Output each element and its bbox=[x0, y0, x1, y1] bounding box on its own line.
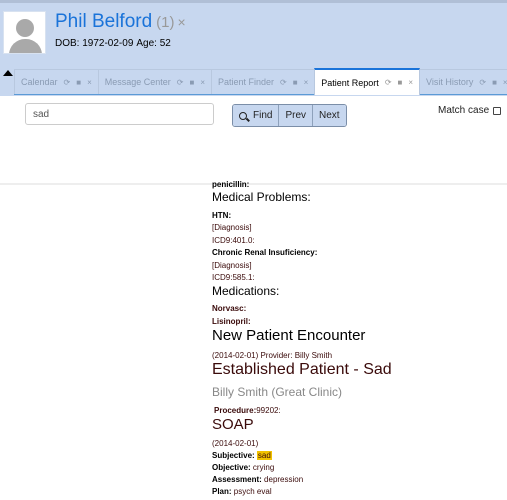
problem-type: [Diagnosis] bbox=[212, 223, 252, 232]
visit-provider: Billy Smith (Great Clinic) bbox=[212, 385, 343, 399]
search-input[interactable] bbox=[25, 103, 214, 125]
patient-report: penicillin: Medical Problems: HTN: [Diag… bbox=[212, 176, 507, 500]
soap-heading: SOAP bbox=[212, 416, 254, 433]
match-case-checkbox[interactable] bbox=[493, 106, 502, 115]
medication-item: Lisinopril: bbox=[212, 317, 251, 326]
close-icon[interactable]: × bbox=[87, 78, 92, 87]
patient-dob: DOB: 1972-02-09 bbox=[55, 38, 134, 49]
encounter-meta: (2014-02-01) Provider: Billy Smith bbox=[212, 351, 333, 360]
refresh-icon[interactable]: ⟳ bbox=[385, 78, 392, 87]
match-case-label: Match case bbox=[438, 105, 490, 116]
close-icon[interactable]: × bbox=[408, 78, 413, 87]
tab-label: Patient Report bbox=[321, 77, 379, 88]
tab-message-center[interactable]: Message Center ⟳ ■ × bbox=[97, 69, 213, 94]
find-button-group: Find Prev Next bbox=[232, 104, 347, 127]
tab-patient-report[interactable]: Patient Report ⟳ ■ × bbox=[314, 68, 421, 95]
lock-icon[interactable]: ■ bbox=[492, 78, 497, 87]
problem-code: ICD9:401.0: bbox=[212, 236, 255, 245]
lock-icon[interactable]: ■ bbox=[190, 78, 195, 87]
refresh-icon[interactable]: ⟳ bbox=[64, 78, 71, 87]
close-icon[interactable]: × bbox=[503, 78, 507, 87]
tab-label: Message Center bbox=[104, 77, 171, 87]
medication-item: Norvasc: bbox=[212, 304, 247, 313]
find-label: Find bbox=[253, 110, 273, 121]
patient-header: Phil Belford (1) × DOB: 1972-02-09 Age: 52 … bbox=[0, 0, 507, 96]
soap-label: Objective: bbox=[212, 463, 251, 472]
medical-problems-heading: Medical Problems: bbox=[212, 190, 311, 204]
soap-date: (2014-02-01) bbox=[212, 439, 259, 448]
refresh-icon[interactable]: ⟳ bbox=[479, 78, 486, 87]
soap-objective: Objective: crying bbox=[212, 463, 274, 472]
tab-label: Visit History bbox=[426, 77, 474, 87]
tab-label: Calendar bbox=[21, 77, 58, 87]
lock-icon[interactable]: ■ bbox=[398, 78, 403, 87]
soap-plan: Plan: psych eval bbox=[212, 487, 272, 496]
problem-code: ICD9:585.1: bbox=[212, 273, 255, 282]
problem-name: HTN: bbox=[212, 211, 232, 220]
close-patient-icon[interactable]: × bbox=[178, 14, 186, 30]
tab-calendar[interactable]: Calendar ⟳ ■ × bbox=[14, 69, 99, 94]
soap-value: depression bbox=[264, 475, 304, 484]
prev-button[interactable]: Prev bbox=[279, 105, 314, 126]
search-highlight: sad bbox=[256, 451, 272, 460]
soap-value: crying bbox=[252, 463, 275, 472]
refresh-icon[interactable]: ⟳ bbox=[177, 78, 184, 87]
soap-subjective: Subjective: sad bbox=[212, 451, 272, 460]
encounter-heading: New Patient Encounter bbox=[212, 327, 366, 344]
tab-patient-finder[interactable]: Patient Finder ⟳ ■ × bbox=[211, 69, 316, 94]
find-button[interactable]: Find bbox=[233, 105, 280, 126]
user-silhouette-icon bbox=[3, 11, 46, 54]
next-button[interactable]: Next bbox=[313, 105, 346, 126]
problem-type: [Diagnosis] bbox=[212, 261, 252, 270]
lock-icon[interactable]: ■ bbox=[76, 78, 81, 87]
medications-heading: Medications: bbox=[212, 284, 280, 298]
tab-visit-history[interactable]: Visit History ⟳ ■ × bbox=[419, 69, 507, 94]
allergy-item: penicillin: bbox=[212, 180, 250, 189]
soap-value: psych eval bbox=[233, 487, 272, 496]
tab-bar: Calendar ⟳ ■ × Message Center ⟳ ■ × Patient Fi… bbox=[14, 68, 507, 95]
refresh-icon[interactable]: ⟳ bbox=[280, 78, 287, 87]
patient-name-row: Phil Belford (1) × bbox=[55, 11, 186, 33]
tab-underline bbox=[14, 94, 507, 95]
lock-icon[interactable]: ■ bbox=[293, 78, 298, 87]
patient-dob-age: DOB: 1972-02-09 Age: 52 bbox=[55, 38, 171, 49]
procedure-line: Procedure:99202: bbox=[214, 406, 281, 415]
visit-heading: Established Patient - Sad bbox=[212, 361, 392, 378]
soap-label: Plan: bbox=[212, 487, 232, 496]
problem-name: Chronic Renal Insuficiency: bbox=[212, 248, 318, 257]
find-bar: Find Prev Next Match case bbox=[0, 96, 507, 184]
procedure-code: 99202: bbox=[256, 406, 281, 415]
patient-count: (1) bbox=[156, 14, 175, 31]
collapse-header-icon[interactable] bbox=[3, 70, 13, 76]
match-case[interactable]: Match case bbox=[438, 105, 502, 116]
tab-label: Patient Finder bbox=[218, 77, 275, 87]
soap-label: Subjective: bbox=[212, 451, 255, 460]
soap-assessment: Assessment: depression bbox=[212, 475, 303, 484]
patient-name[interactable]: Phil Belford bbox=[55, 11, 152, 32]
soap-label: Assessment: bbox=[212, 475, 262, 484]
patient-age: Age: 52 bbox=[136, 38, 171, 49]
procedure-label: Procedure: bbox=[214, 406, 257, 415]
close-icon[interactable]: × bbox=[200, 78, 205, 87]
search-icon bbox=[239, 111, 247, 120]
close-icon[interactable]: × bbox=[304, 78, 309, 87]
